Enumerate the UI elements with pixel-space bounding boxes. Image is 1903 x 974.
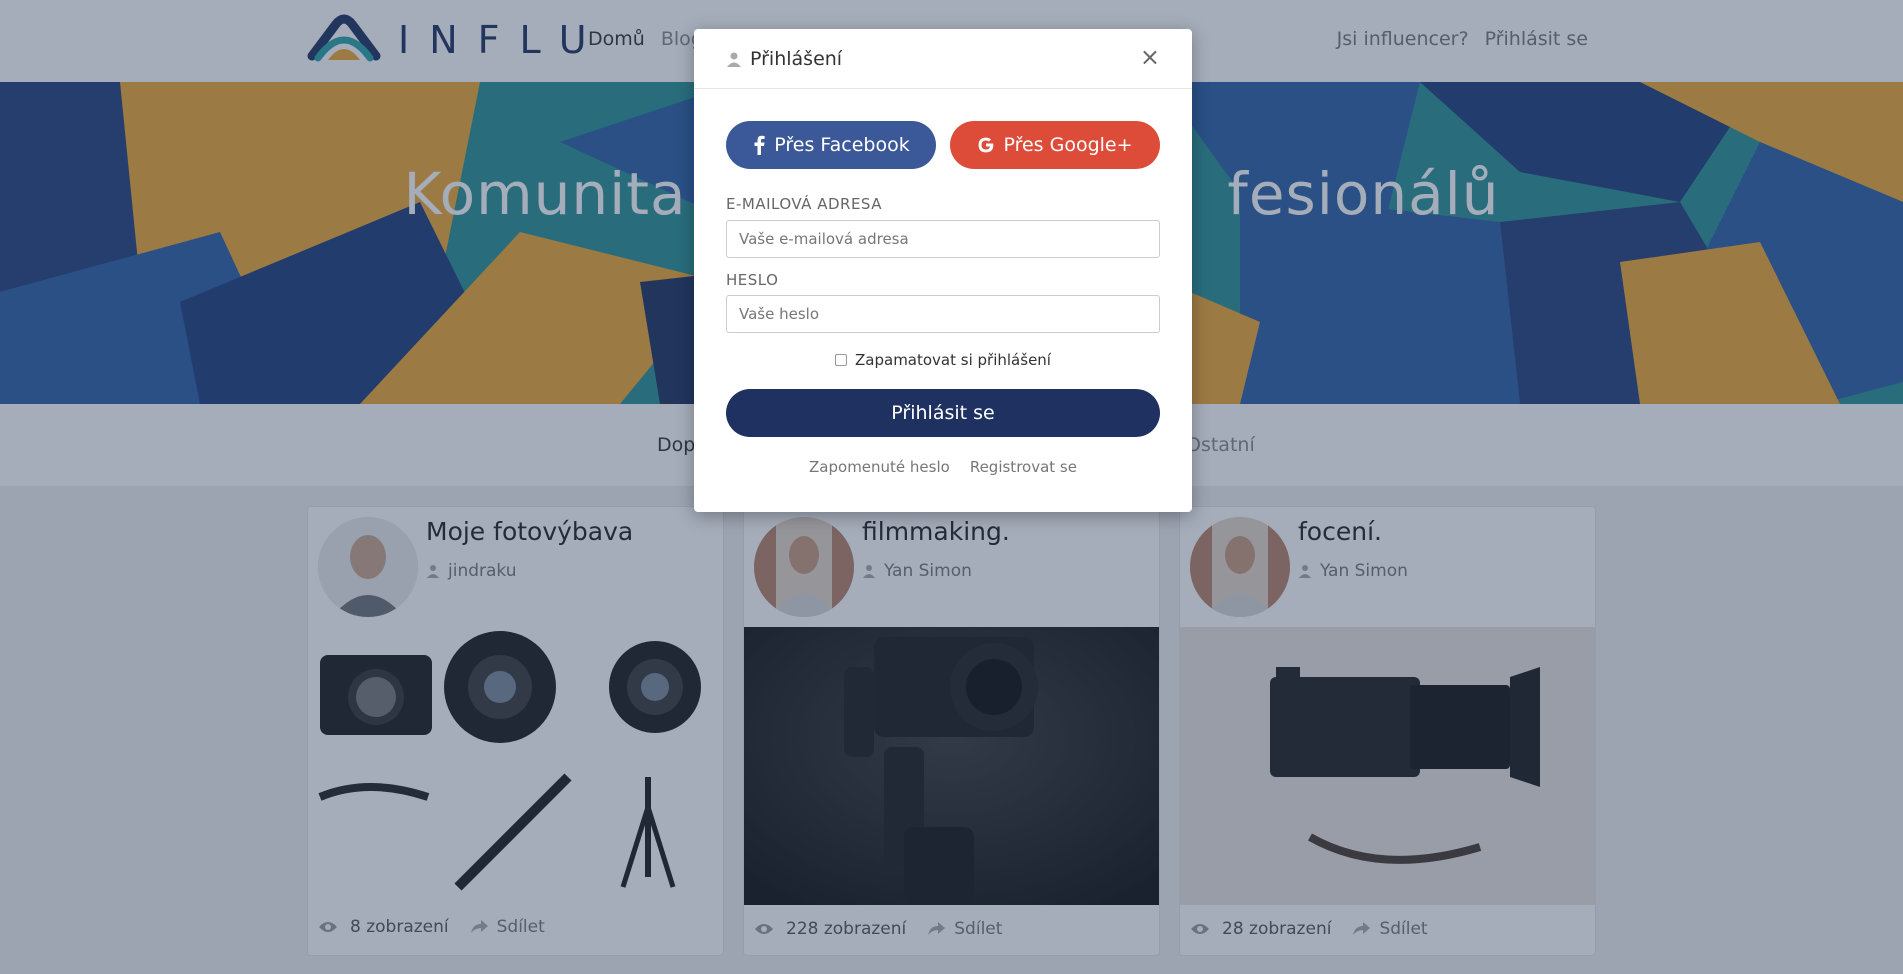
modal-title-text: Přihlášení — [750, 47, 843, 70]
modal-header: Přihlášení × — [694, 29, 1192, 89]
email-input[interactable] — [726, 220, 1160, 258]
login-modal: Přihlášení × Přes Facebook Přes Google+ … — [694, 29, 1192, 512]
remember-label[interactable]: Zapamatovat si přihlášení — [855, 351, 1051, 369]
close-button[interactable]: × — [1140, 45, 1160, 69]
email-label: E-MAILOVÁ ADRESA — [726, 195, 882, 213]
facebook-login-button[interactable]: Přes Facebook — [726, 121, 936, 169]
remember-checkbox[interactable] — [835, 354, 848, 366]
modal-title: Přihlášení — [726, 48, 842, 70]
facebook-button-label: Přes Facebook — [774, 134, 910, 156]
google-button-label: Přes Google+ — [1003, 134, 1133, 156]
facebook-icon — [754, 135, 765, 155]
login-submit-button[interactable]: Přihlásit se — [726, 389, 1160, 437]
register-link[interactable]: Registrovat se — [970, 458, 1077, 476]
google-icon — [979, 137, 994, 153]
remember-me[interactable]: Zapamatovat si přihlášení — [694, 351, 1192, 369]
password-input[interactable] — [726, 295, 1160, 333]
user-icon — [727, 52, 741, 67]
password-label: HESLO — [726, 271, 779, 289]
forgot-password-link[interactable]: Zapomenuté heslo — [809, 458, 950, 476]
google-login-button[interactable]: Přes Google+ — [950, 121, 1160, 169]
